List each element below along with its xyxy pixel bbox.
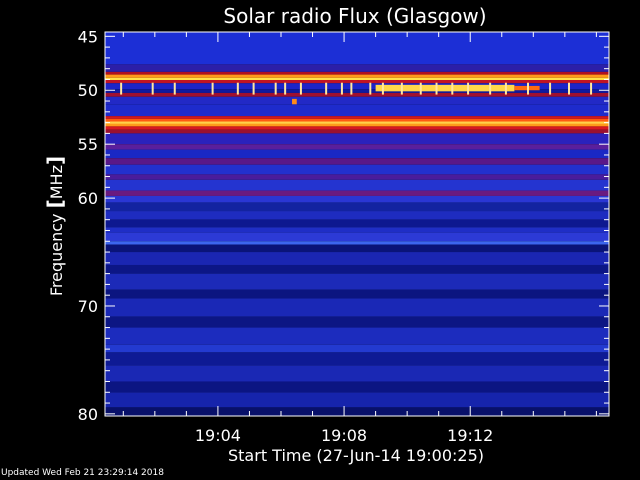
emission-feature (292, 98, 297, 105)
interference-spike (567, 82, 570, 95)
frequency-band (105, 211, 609, 220)
interference-spike (381, 82, 384, 95)
emission-feature (105, 121, 609, 124)
y-tick-label: 55 (78, 135, 98, 154)
interference-spike (419, 82, 422, 95)
frequency-band (105, 126, 609, 130)
y-axis-label: Frequency [MHz] (43, 156, 67, 296)
interference-spike (590, 82, 593, 95)
frequency-band (105, 392, 609, 408)
y-axis-label-bracket-open: [ (43, 199, 67, 208)
interference-spike (340, 82, 343, 95)
updated-timestamp: Updated Wed Feb 21 23:29:14 2018 (1, 468, 164, 478)
interference-spike (489, 82, 492, 95)
frequency-band (105, 244, 609, 253)
interference-spike (252, 82, 255, 95)
frequency-band (105, 179, 609, 191)
y-axis-label-text: Frequency (47, 208, 66, 296)
frequency-band (105, 158, 609, 165)
frequency-band (105, 71, 609, 75)
interference-spike (467, 82, 470, 95)
frequency-band (105, 232, 609, 242)
frequency-band (105, 149, 609, 159)
y-tick-label: 60 (78, 189, 98, 208)
chart-title: Solar radio Flux (Glasgow) (223, 4, 486, 28)
frequency-band (105, 116, 609, 119)
x-tick-label: 19:08 (321, 426, 367, 445)
plot-area (105, 32, 609, 416)
interference-spike (173, 82, 176, 95)
interference-spike (274, 82, 277, 95)
x-tick-label: 19:04 (195, 426, 241, 445)
x-tick-label: 19:12 (447, 426, 493, 445)
frequency-band (105, 77, 609, 80)
interference-spike (284, 82, 287, 95)
frequency-band (105, 352, 609, 366)
frequency-band (105, 92, 609, 97)
y-tick-label: 70 (78, 297, 98, 316)
interference-spike (435, 82, 438, 95)
frequency-band (105, 219, 609, 228)
y-tick-label: 80 (78, 405, 98, 424)
interference-spike (236, 82, 239, 95)
frequency-band (105, 144, 609, 150)
frequency-band (105, 252, 609, 265)
frequency-band (105, 264, 609, 274)
interference-spike (369, 82, 372, 95)
frequency-band (105, 133, 609, 145)
frequency-band (105, 164, 609, 175)
interference-spike (549, 82, 552, 95)
y-tick-label: 45 (78, 27, 98, 46)
frequency-band (105, 344, 609, 353)
interference-spike (151, 82, 154, 95)
frequency-band (105, 365, 609, 382)
interference-spike (350, 82, 353, 95)
y-tick-label: 50 (78, 81, 98, 100)
emission-feature (375, 84, 515, 92)
interference-spike (325, 82, 328, 95)
y-axis-label-bracket-close: ] (43, 156, 67, 165)
interference-spike (504, 82, 507, 95)
frequency-band (105, 381, 609, 393)
frequency-band (105, 96, 609, 105)
frequency-band (105, 241, 609, 245)
x-axis-label: Start Time (27-Jun-14 19:00:25) (228, 446, 484, 465)
frequency-band (105, 129, 609, 134)
interference-spike (120, 82, 123, 95)
frequency-band (105, 289, 609, 299)
frequency-band (105, 174, 609, 180)
frequency-band (105, 227, 609, 233)
y-axis-label-unit: MHz (47, 165, 66, 199)
frequency-band (105, 195, 609, 203)
interference-spike (400, 82, 403, 95)
interference-spike (211, 82, 214, 95)
frequency-band (105, 327, 609, 345)
frequency-band (105, 298, 609, 317)
frequency-band (105, 202, 609, 212)
frequency-band (105, 273, 609, 290)
interference-spike (299, 82, 302, 95)
frequency-band (105, 104, 609, 117)
spectrogram-chart: Solar radio Flux (Glasgow) 455055607080 … (43, 4, 610, 465)
frequency-band (105, 74, 609, 78)
interference-spike (451, 82, 454, 95)
frequency-band (105, 80, 609, 84)
frequency-band (105, 190, 609, 196)
frequency-band (105, 316, 609, 328)
interference-spike (526, 82, 529, 95)
frequency-band (105, 64, 609, 72)
